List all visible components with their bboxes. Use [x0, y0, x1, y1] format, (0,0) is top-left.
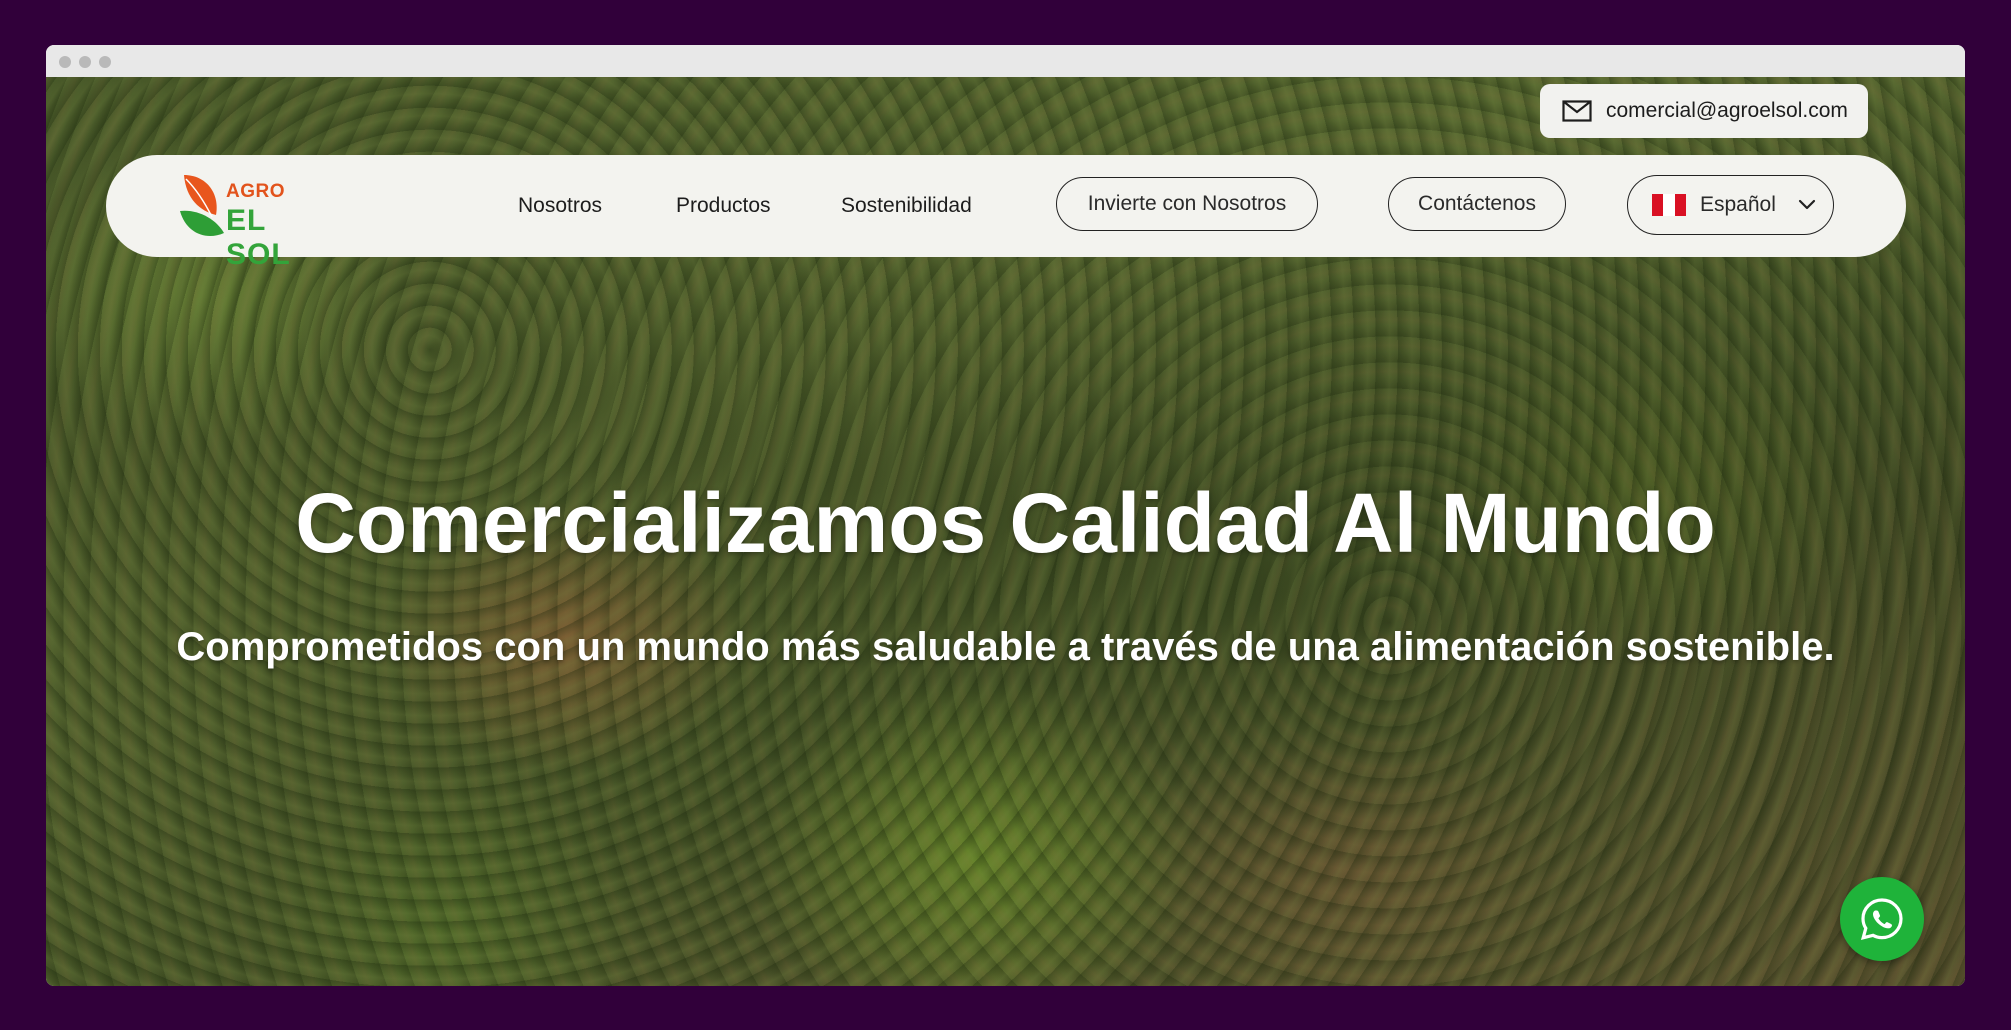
mail-icon: [1562, 100, 1592, 122]
whatsapp-icon: [1860, 898, 1903, 941]
chevron-down-icon: [1798, 193, 1816, 217]
nav-link-productos[interactable]: Productos: [676, 155, 771, 257]
window-control-dot[interactable]: [59, 56, 71, 68]
language-select[interactable]: Español: [1627, 175, 1834, 235]
nav-link-sostenibilidad[interactable]: Sostenibilidad: [841, 155, 972, 257]
main-navbar: AGRO EL SOL Nosotros Productos Sostenibi…: [106, 155, 1906, 271]
logo-text-agro: AGRO: [226, 181, 285, 202]
peru-flag-icon: [1652, 194, 1686, 216]
browser-title-bar: [46, 45, 1965, 77]
window-control-dot[interactable]: [79, 56, 91, 68]
window-control-dot[interactable]: [99, 56, 111, 68]
logo-text-elsol: EL SOL: [226, 204, 291, 271]
language-selected-label: Español: [1700, 193, 1776, 216]
leaf-logo-icon: [180, 175, 224, 237]
invest-button[interactable]: Invierte con Nosotros: [1056, 177, 1318, 231]
contact-email-text: comercial@agroelsol.com: [1606, 99, 1848, 122]
browser-window: comercial@agroelsol.com AGRO EL SOL Noso…: [46, 45, 1965, 986]
nav-link-nosotros[interactable]: Nosotros: [518, 155, 602, 257]
whatsapp-button[interactable]: [1840, 877, 1924, 961]
contact-button[interactable]: Contáctenos: [1388, 177, 1566, 231]
hero-section: comercial@agroelsol.com AGRO EL SOL Noso…: [46, 77, 1965, 986]
company-logo[interactable]: AGRO EL SOL: [176, 171, 336, 271]
contact-email-link[interactable]: comercial@agroelsol.com: [1540, 84, 1868, 138]
hero-subtitle: Comprometidos con un mundo más saludable…: [176, 625, 1835, 669]
hero-title: Comercializamos Calidad Al Mundo: [295, 476, 1716, 570]
